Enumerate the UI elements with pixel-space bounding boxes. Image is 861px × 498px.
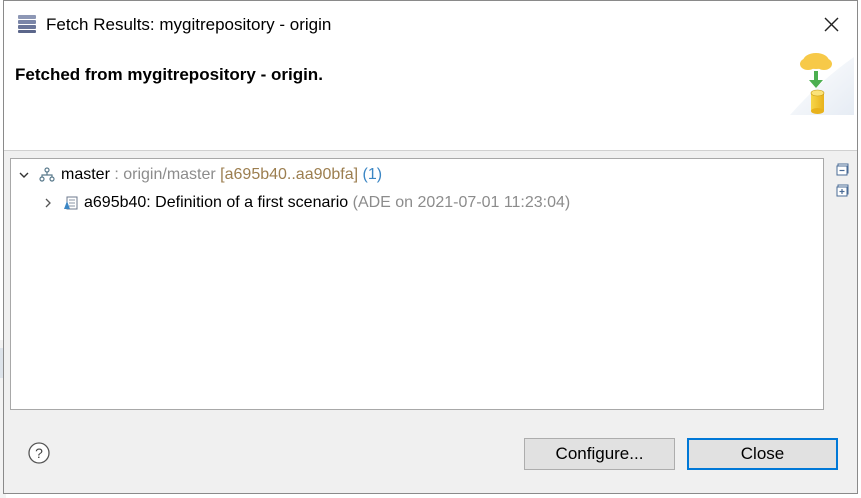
dialog-header: Fetched from mygitrepository - origin.: [4, 49, 857, 151]
expand-all-icon[interactable]: [836, 184, 850, 198]
branch-icon: [39, 167, 55, 182]
cloud-fetch-to-repository-icon: [790, 53, 854, 115]
title-bar: Fetch Results: mygitrepository - origin: [4, 1, 857, 49]
branch-remote: : origin/master: [109, 166, 221, 183]
branch-label: master : origin/master [a695b40..aa90bfa…: [61, 162, 382, 188]
branch-name: master: [61, 166, 110, 183]
header-title: Fetched from mygitrepository - origin.: [15, 65, 323, 84]
commit-meta: (ADE on 2021-07-01 11:23:04): [352, 194, 571, 211]
branch-commit-range: [a695b40..aa90bfa]: [220, 166, 359, 183]
branch-commit-count: (1): [362, 166, 383, 183]
chevron-right-icon[interactable]: [43, 198, 53, 208]
help-icon[interactable]: ?: [27, 441, 51, 465]
commit-label: a695b40: Definition of a first scenario …: [84, 190, 570, 216]
tree-row-commit[interactable]: a695b40: Definition of a first scenario …: [11, 190, 823, 216]
commit-title: a695b40: Definition of a first scenario: [84, 194, 349, 211]
configure-button[interactable]: Configure...: [524, 438, 675, 470]
fetch-results-tree[interactable]: master : origin/master [a695b40..aa90bfa…: [10, 158, 824, 410]
fetch-results-dialog: Fetch Results: mygitrepository - origin …: [3, 0, 858, 494]
window-title: Fetch Results: mygitrepository - origin: [46, 15, 332, 34]
collapse-all-icon[interactable]: [836, 163, 850, 177]
close-icon[interactable]: [816, 11, 846, 39]
tree-row-branch[interactable]: master : origin/master [a695b40..aa90bfa…: [11, 162, 823, 188]
close-button[interactable]: Close: [687, 438, 838, 470]
chevron-down-icon[interactable]: [19, 170, 29, 180]
fetch-results-icon: [18, 15, 36, 33]
svg-text:?: ?: [35, 445, 43, 461]
commit-icon: [64, 196, 78, 210]
